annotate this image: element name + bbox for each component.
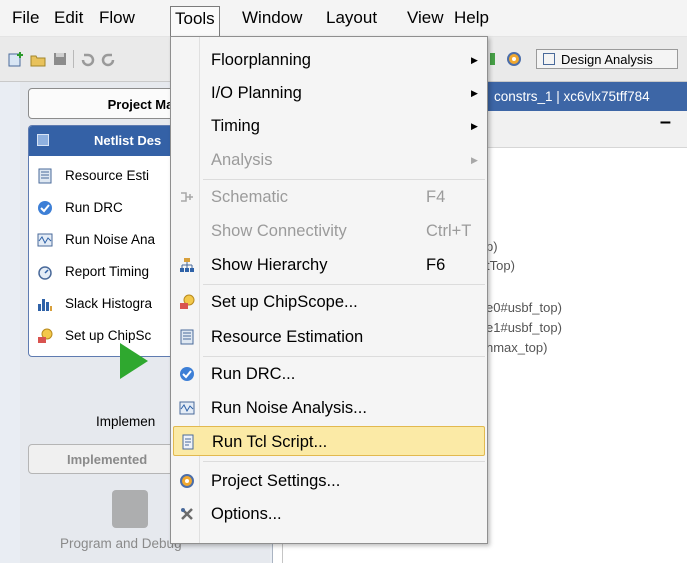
implement-label[interactable]: Implemen <box>96 414 155 429</box>
menu-item-shortcut: F4 <box>426 188 446 206</box>
menu-item-label: Options... <box>211 505 282 523</box>
submenu-arrow-icon: ▶ <box>471 55 478 65</box>
timing-clock-icon <box>38 266 52 280</box>
menu-item-label: Timing <box>211 117 260 135</box>
menu-item-run-drc[interactable]: Run DRC... <box>173 359 485 389</box>
tcl-script-icon <box>182 434 194 450</box>
menu-separator <box>203 284 485 285</box>
menu-item-run-tcl-script[interactable]: Run Tcl Script... <box>173 426 485 456</box>
menu-bar: File Edit Flow Tools Window Layout View … <box>0 0 687 37</box>
menu-window[interactable]: Window <box>238 7 306 29</box>
menu-item-label: Analysis <box>211 151 273 169</box>
source-line[interactable]: e1#usbf_top) <box>486 320 562 335</box>
menu-tools[interactable]: Tools <box>170 6 220 37</box>
menu-separator <box>203 461 485 462</box>
menu-item-label: Floorplanning <box>211 51 311 69</box>
flow-item-label: Slack Histogra <box>65 296 153 311</box>
menu-item-set-up-chipscope[interactable]: Set up ChipScope... <box>173 287 485 317</box>
resource-estimation-icon <box>38 168 52 184</box>
source-line[interactable]: nmax_top) <box>486 340 547 355</box>
design-analysis-icon <box>543 53 555 65</box>
menu-item-label: Project Settings... <box>211 472 341 490</box>
menu-item-label: Schematic <box>211 188 289 206</box>
source-line[interactable]: tTop) <box>486 258 515 273</box>
menu-edit[interactable]: Edit <box>50 7 87 29</box>
options-tools-icon <box>181 508 193 520</box>
menu-item-show-hierarchy[interactable]: Show Hierarchy F6 <box>173 250 485 280</box>
menu-item-label: Resource Estimation <box>211 328 364 346</box>
project-settings-icon <box>180 474 194 488</box>
menu-file[interactable]: File <box>8 7 43 29</box>
menu-item-label: Show Hierarchy <box>211 256 328 274</box>
menu-item-label: Run DRC... <box>211 365 296 383</box>
submenu-arrow-icon: ▶ <box>471 155 478 165</box>
chipscope-icon <box>38 328 53 343</box>
menu-item-label: Set up ChipScope... <box>211 293 358 311</box>
partial-toolbar-icon[interactable] <box>490 51 506 67</box>
netlist-design-title: Netlist Des <box>94 133 162 148</box>
menu-flow[interactable]: Flow <box>95 7 139 29</box>
flow-item-label: Run Noise Ana <box>65 232 156 247</box>
menu-item-schematic[interactable]: Schematic F4 <box>173 182 485 212</box>
menu-help[interactable]: Help <box>450 7 493 29</box>
noise-analysis-icon <box>179 401 195 415</box>
menu-item-io-planning[interactable]: I/O Planning ▶ <box>173 78 485 108</box>
sources-toolbar: – <box>488 111 687 148</box>
open-folder-icon[interactable] <box>30 51 46 67</box>
menu-item-shortcut: Ctrl+T <box>426 222 472 240</box>
menu-item-label: I/O Planning <box>211 84 302 102</box>
hierarchy-icon <box>180 258 194 272</box>
menu-item-show-connectivity[interactable]: Show Connectivity Ctrl+T <box>173 216 485 246</box>
redo-icon[interactable] <box>100 51 116 67</box>
slack-histogram-icon <box>38 299 52 311</box>
menu-item-shortcut: F6 <box>426 256 446 274</box>
tools-menu: Floorplanning ▶ I/O Planning ▶ Timing ▶ … <box>170 36 488 544</box>
sources-title-bar: constrs_1 | xc6vlx75tff784 <box>488 82 687 111</box>
design-analysis-button[interactable]: Design Analysis <box>536 49 678 69</box>
submenu-arrow-icon: ▶ <box>471 121 478 131</box>
menu-item-project-settings[interactable]: Project Settings... <box>173 466 485 496</box>
menu-view[interactable]: View <box>403 7 448 29</box>
flow-item-label: Resource Esti <box>65 168 150 183</box>
toolbar-separator <box>73 50 74 68</box>
implement-run-icon[interactable] <box>120 343 148 379</box>
menu-item-options[interactable]: Options... <box>173 499 485 529</box>
program-debug-icon[interactable] <box>112 490 148 528</box>
program-debug-label[interactable]: Program and Debug <box>60 536 182 551</box>
schematic-icon <box>181 192 193 202</box>
menu-item-analysis[interactable]: Analysis ▶ <box>173 145 485 175</box>
save-icon[interactable] <box>52 51 68 67</box>
noise-analysis-icon <box>37 233 53 247</box>
submenu-arrow-icon: ▶ <box>471 88 478 98</box>
drc-check-icon <box>38 201 52 215</box>
sources-title-text: constrs_1 | xc6vlx75tff784 <box>494 89 650 104</box>
menu-item-run-noise-analysis[interactable]: Run Noise Analysis... <box>173 393 485 423</box>
netlist-icon <box>37 134 49 146</box>
drc-check-icon <box>180 367 194 381</box>
flow-item-label: Run DRC <box>65 200 123 215</box>
menu-separator <box>203 356 485 357</box>
menu-item-floorplanning[interactable]: Floorplanning ▶ <box>173 45 485 75</box>
minimize-icon[interactable]: – <box>660 111 671 134</box>
resource-estimation-icon <box>180 329 194 345</box>
menu-item-resource-estimation[interactable]: Resource Estimation <box>173 322 485 352</box>
menu-item-label: Run Tcl Script... <box>212 433 328 451</box>
menu-item-label: Run Noise Analysis... <box>211 399 367 417</box>
menu-layout[interactable]: Layout <box>322 7 381 29</box>
settings-gear-icon[interactable] <box>506 51 522 67</box>
menu-item-label: Show Connectivity <box>211 222 347 240</box>
menu-item-timing[interactable]: Timing ▶ <box>173 111 485 141</box>
source-line[interactable]: e0#usbf_top) <box>486 300 562 315</box>
menu-separator <box>203 179 485 180</box>
undo-icon[interactable] <box>80 51 96 67</box>
flow-item-label: Report Timing <box>65 264 150 279</box>
chipscope-icon <box>180 294 195 309</box>
new-project-icon[interactable] <box>8 51 24 67</box>
design-analysis-label: Design Analysis <box>561 52 653 67</box>
